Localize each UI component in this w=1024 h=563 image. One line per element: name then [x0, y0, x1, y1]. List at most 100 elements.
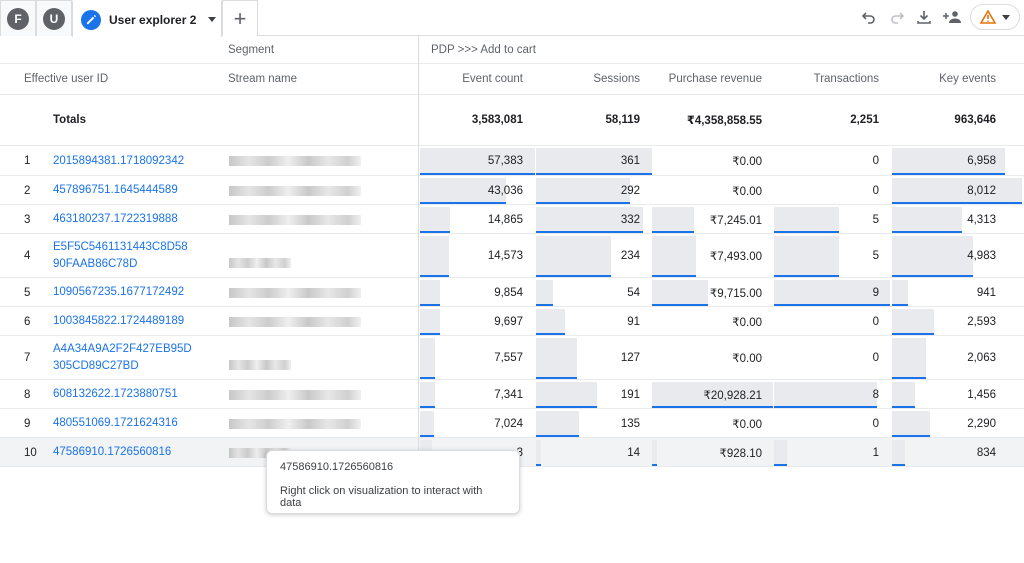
cell-sessions[interactable]: 191 — [536, 380, 640, 409]
cell-purchase-revenue[interactable]: ₹0.00 — [652, 146, 762, 176]
col-header-event-count[interactable]: Event count — [420, 64, 523, 94]
cell-key-events[interactable]: 8,012 — [892, 176, 996, 205]
row-rank: 6 — [24, 315, 31, 328]
column-header-row: Effective user ID Stream name Event coun… — [0, 64, 1024, 94]
table-row[interactable]: 5 1090567235.1677172492 9,854 54 ₹9,715.00 9 9… — [0, 278, 1024, 307]
cell-key-events[interactable]: 4,983 — [892, 234, 996, 278]
chevron-down-icon[interactable] — [208, 17, 217, 22]
col-header-sessions[interactable]: Sessions — [536, 64, 640, 94]
download-button[interactable] — [913, 6, 935, 28]
segment-value[interactable]: PDP >>> Add to cart — [431, 36, 536, 64]
tab-avatar-u[interactable]: U — [36, 0, 72, 36]
cell-sessions[interactable]: 234 — [536, 234, 640, 278]
table-row[interactable]: 4 E5F5C5461131443C8D58 90FAAB86C78D 14,573 2… — [0, 234, 1024, 278]
stream-name-redacted — [229, 185, 361, 196]
user-id-link[interactable]: 608132622.1723880751 — [53, 380, 178, 409]
cell-purchase-revenue[interactable]: ₹928.10 — [652, 438, 763, 467]
cell-purchase-revenue[interactable]: ₹0.00 — [652, 307, 762, 336]
cell-sessions[interactable]: 292 — [536, 176, 640, 205]
user-id-link[interactable]: 457896751.1645444589 — [53, 176, 178, 205]
cell-key-events[interactable]: 2,063 — [892, 336, 996, 380]
cell-transactions[interactable]: 0 — [774, 336, 879, 380]
user-id-link[interactable]: 1003845822.1724489189 — [53, 307, 184, 336]
tab-avatar-f[interactable]: F — [0, 0, 36, 36]
user-id-link[interactable]: 463180237.1722319888 — [53, 205, 178, 234]
col-header-transactions[interactable]: Transactions — [774, 64, 879, 94]
user-id-link[interactable]: A4A34A9A2F2F427EB95D 305CD89C27BD — [53, 336, 192, 380]
cell-transactions[interactable]: 0 — [774, 146, 879, 176]
cell-transactions[interactable]: 0 — [774, 409, 879, 438]
table-row[interactable]: 3 463180237.1722319888 14,865 332 ₹7,245.01 5… — [0, 205, 1024, 234]
cell-sessions[interactable]: 135 — [536, 409, 640, 438]
col-header-purchase-revenue[interactable]: Purchase revenue — [652, 64, 762, 94]
cell-event-count[interactable]: 43,036 — [420, 176, 523, 205]
cell-key-events[interactable]: 941 — [892, 278, 996, 307]
col-header-stream-name[interactable]: Stream name — [228, 64, 297, 94]
user-id-link[interactable]: 480551069.1721624316 — [53, 409, 178, 438]
user-id-link[interactable]: 47586910.1726560816 — [53, 438, 171, 467]
totals-purchase-revenue: ₹4,358,858.55 — [686, 115, 762, 127]
user-id-link[interactable]: 2015894381.1718092342 — [53, 146, 184, 176]
cell-purchase-revenue[interactable]: ₹9,715.00 — [652, 278, 762, 307]
cell-purchase-revenue[interactable]: ₹0.00 — [652, 409, 762, 438]
cell-purchase-revenue[interactable]: ₹7,493.00 — [652, 234, 762, 278]
pencil-icon — [81, 9, 101, 30]
cell-transactions[interactable]: 0 — [774, 176, 879, 205]
cell-key-events[interactable]: 1,456 — [892, 380, 996, 409]
cell-sessions[interactable]: 91 — [536, 307, 640, 336]
table-row[interactable]: 2 457896751.1645444589 43,036 292 ₹0.00 0 8,01… — [0, 176, 1024, 205]
cell-purchase-revenue[interactable]: ₹0.00 — [652, 176, 762, 205]
cell-transactions[interactable]: 1 — [774, 438, 879, 467]
table-row[interactable]: 6 1003845822.1724489189 9,697 91 ₹0.00 0 2,593 — [0, 307, 1024, 336]
cell-sessions[interactable]: 54 — [536, 278, 640, 307]
cell-key-events[interactable]: 6,958 — [892, 146, 996, 176]
cell-event-count[interactable]: 7,557 — [420, 336, 523, 380]
stream-name-redacted — [229, 360, 291, 370]
cell-purchase-revenue[interactable]: ₹20,928.21 — [652, 380, 762, 409]
row-rank: 9 — [24, 417, 31, 430]
cell-sessions[interactable]: 127 — [536, 336, 640, 380]
add-tab-button[interactable]: + — [222, 0, 258, 36]
tab-user-explorer[interactable]: User explorer 2 — [72, 0, 222, 37]
table-row[interactable]: 1 2015894381.1718092342 57,383 361 ₹0.00 0 6,9… — [0, 146, 1024, 176]
cell-event-count[interactable]: 57,383 — [420, 146, 523, 176]
table-row[interactable]: 7 A4A34A9A2F2F427EB95D 305CD89C27BD 7,557 12… — [0, 336, 1024, 380]
row-rank: 5 — [24, 286, 31, 299]
cell-sessions[interactable]: 361 — [536, 146, 640, 176]
user-id-link[interactable]: E5F5C5461131443C8D58 90FAAB86C78D — [53, 234, 188, 278]
cell-transactions[interactable]: 5 — [774, 205, 879, 234]
avatar-u: U — [43, 7, 65, 30]
cell-sessions[interactable]: 332 — [536, 205, 640, 234]
share-button[interactable] — [940, 6, 966, 28]
totals-event-count: 3,583,081 — [471, 114, 523, 126]
row-rank: 10 — [24, 446, 37, 459]
col-header-key-events[interactable]: Key events — [892, 64, 996, 94]
cell-key-events[interactable]: 2,593 — [892, 307, 996, 336]
user-id-link[interactable]: 1090567235.1677172492 — [53, 278, 184, 307]
col-header-user-id[interactable]: Effective user ID — [24, 64, 108, 94]
cell-transactions[interactable]: 0 — [774, 307, 879, 336]
cell-key-events[interactable]: 4,313 — [892, 205, 996, 234]
cell-event-count[interactable]: 7,024 — [420, 409, 523, 438]
undo-button[interactable] — [858, 6, 880, 28]
cell-key-events[interactable]: 2,290 — [892, 409, 996, 438]
cell-event-count[interactable]: 14,865 — [420, 205, 523, 234]
cell-transactions[interactable]: 9 — [774, 278, 879, 307]
cell-purchase-revenue[interactable]: ₹7,245.01 — [652, 205, 762, 234]
cell-key-events[interactable]: 834 — [892, 438, 996, 467]
cell-event-count[interactable]: 9,697 — [420, 307, 523, 336]
cell-event-count[interactable]: 7,341 — [420, 380, 523, 409]
warning-button[interactable] — [970, 4, 1020, 30]
cell-sessions[interactable]: 14 — [536, 438, 640, 467]
table-row[interactable]: 9 480551069.1721624316 7,024 135 ₹0.00 0 2,290 — [0, 409, 1024, 438]
stream-name-redacted — [229, 214, 361, 225]
redo-button[interactable] — [886, 6, 908, 28]
cell-transactions[interactable]: 5 — [774, 234, 879, 278]
cell-transactions[interactable]: 8 — [774, 380, 879, 409]
cell-purchase-revenue[interactable]: ₹0.00 — [652, 336, 762, 380]
cell-event-count[interactable]: 9,854 — [420, 278, 523, 307]
totals-key-events: 963,646 — [954, 114, 996, 126]
table-row[interactable]: 8 608132622.1723880751 7,341 191 ₹20,928.21 8… — [0, 380, 1024, 409]
stream-name-redacted — [229, 389, 361, 400]
cell-event-count[interactable]: 14,573 — [420, 234, 523, 278]
